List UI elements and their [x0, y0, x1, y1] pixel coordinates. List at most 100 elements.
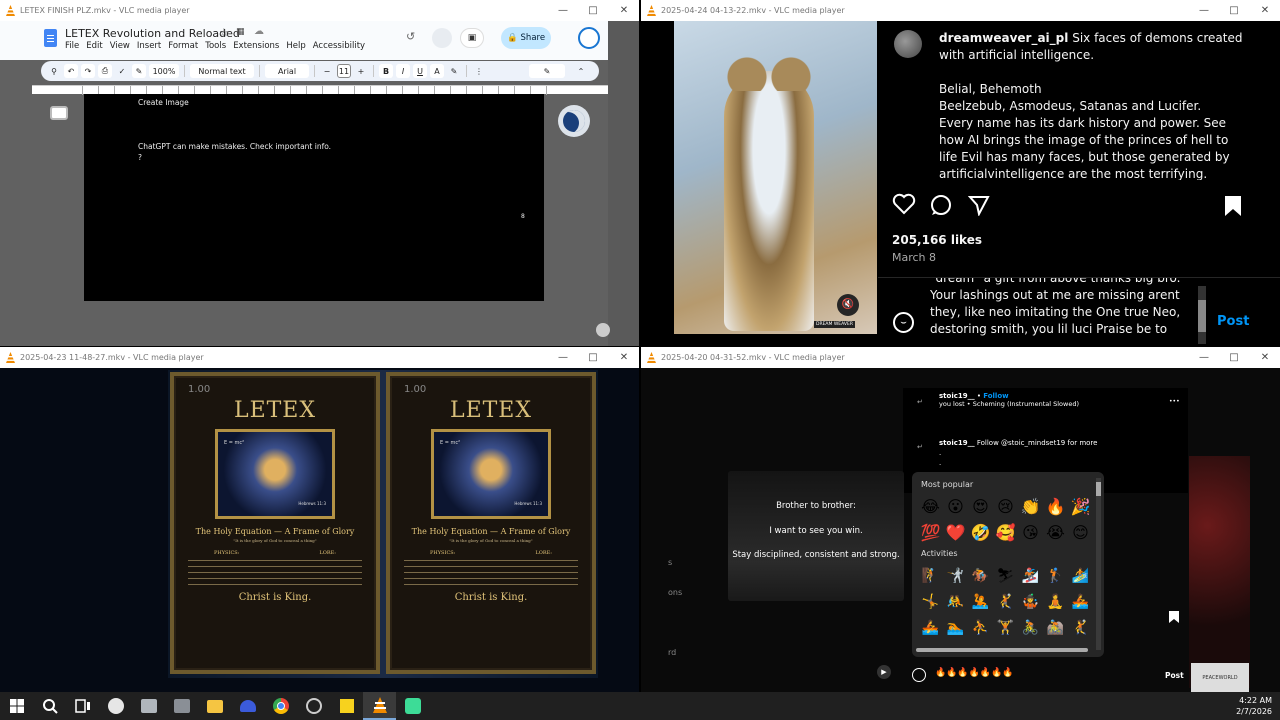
emoji-button[interactable]: 😭	[1043, 520, 1068, 544]
comment-input[interactable]: "dream" a gift from above thanks big bro…	[930, 278, 1195, 346]
more-icon[interactable]: ⋮	[472, 64, 486, 78]
bold-button[interactable]: B	[379, 64, 393, 78]
more-icon[interactable]: •••	[1169, 398, 1180, 405]
highlight-icon[interactable]: ✎	[447, 64, 461, 78]
emoji-button[interactable]: 🚵	[1043, 616, 1068, 640]
smile-icon[interactable]	[912, 668, 926, 682]
app-window-icon[interactable]	[132, 692, 165, 720]
menu-help[interactable]: Help	[286, 41, 305, 51]
close-button[interactable]: ✕	[609, 347, 639, 368]
outline-icon[interactable]	[50, 106, 68, 120]
emoji-button[interactable]: 🤸	[918, 590, 943, 614]
volume-icon[interactable]: ▶	[877, 665, 891, 679]
emoji-button[interactable]: 😮	[943, 494, 968, 518]
paint-format-icon[interactable]: ✎	[132, 64, 146, 78]
doc-title[interactable]: LETEX Revolution and Reloaded	[65, 27, 240, 40]
emoji-button[interactable]: ⛹	[968, 616, 993, 640]
underline-button[interactable]: U	[413, 64, 427, 78]
post-button[interactable]: Post	[1165, 671, 1184, 680]
search-icon[interactable]	[33, 692, 66, 720]
emoji-button[interactable]: 🏊	[943, 616, 968, 640]
app-box-icon[interactable]	[165, 692, 198, 720]
bookmark-icon[interactable]	[1168, 609, 1180, 628]
scroll-chevron-icon[interactable]	[596, 323, 610, 337]
emoji-button[interactable]: 🤽	[968, 590, 993, 614]
bookmark-icon[interactable]	[1224, 195, 1242, 221]
maximize-button[interactable]: □	[578, 0, 608, 21]
share-icon[interactable]	[967, 194, 990, 220]
mute-icon[interactable]: 🔇	[837, 294, 859, 316]
menu-accessibility[interactable]: Accessibility	[313, 41, 365, 51]
maximize-button[interactable]: □	[1219, 347, 1249, 368]
menu-tools[interactable]: Tools	[205, 41, 226, 51]
emoji-button[interactable]: 🤣	[968, 520, 993, 544]
avatar[interactable]	[578, 27, 600, 49]
emoji-button[interactable]: 🤼	[943, 590, 968, 614]
username[interactable]: dreamweaver_ai_pl	[939, 31, 1068, 45]
undo-icon[interactable]: ↶	[64, 64, 78, 78]
emoji-button[interactable]: 😂	[918, 494, 943, 518]
menu-insert[interactable]: Insert	[137, 41, 161, 51]
like-icon[interactable]	[892, 193, 916, 219]
emoji-button[interactable]: 😊	[1068, 520, 1093, 544]
emoji-button[interactable]: 🧘	[1043, 590, 1068, 614]
emoji-button[interactable]: 🚣	[918, 616, 943, 640]
emoji-button[interactable]: 🏂	[1018, 564, 1043, 588]
minimize-button[interactable]: —	[548, 0, 578, 21]
clock[interactable]: 4:22 AM 2/7/2026	[1236, 695, 1272, 717]
titlebar[interactable]: LETEX FINISH PLZ.mkv - VLC media player …	[0, 0, 639, 21]
emoji-icon[interactable]: ⌣	[893, 312, 914, 333]
reply-icon[interactable]: ↵	[917, 398, 923, 406]
menu-edit[interactable]: Edit	[86, 41, 102, 51]
user-1[interactable]: stoic19__	[939, 392, 975, 400]
chrome-icon[interactable]	[264, 692, 297, 720]
comment-icon[interactable]	[930, 194, 952, 220]
titlebar[interactable]: 2025-04-20 04-31-52.mkv - VLC media play…	[641, 347, 1280, 368]
italic-button[interactable]: I	[396, 64, 410, 78]
emoji-button[interactable]: 🥰	[993, 520, 1018, 544]
minimize-button[interactable]: —	[1189, 0, 1219, 21]
emoji-button[interactable]: 😍	[968, 494, 993, 518]
app-circle-icon[interactable]	[99, 692, 132, 720]
likes-count[interactable]: 205,166 likes	[892, 233, 982, 247]
dark-mode-icon[interactable]	[558, 105, 590, 137]
titlebar[interactable]: 2025-04-24 04-13-22.mkv - VLC media play…	[641, 0, 1280, 21]
picker-scrollbar[interactable]	[1096, 478, 1101, 650]
menu-file[interactable]: File	[65, 41, 79, 51]
minimize-button[interactable]: —	[548, 347, 578, 368]
file-explorer-icon[interactable]	[198, 692, 231, 720]
emoji-button[interactable]: 🤹	[1018, 590, 1043, 614]
text-color-button[interactable]: A	[430, 64, 444, 78]
app-blue-icon[interactable]	[231, 692, 264, 720]
font-size-decrease[interactable]: −	[320, 64, 334, 78]
docs-logo-icon[interactable]	[44, 29, 57, 47]
emoji-button[interactable]: 💯	[918, 520, 943, 544]
emoji-button[interactable]: 🏌	[1043, 564, 1068, 588]
close-button[interactable]: ✕	[609, 0, 639, 21]
emoji-button[interactable]: 🚣	[1068, 590, 1093, 614]
maximize-button[interactable]: □	[1219, 0, 1249, 21]
emoji-button[interactable]: 😘	[1018, 520, 1043, 544]
app-green-icon[interactable]	[396, 692, 429, 720]
maximize-button[interactable]: □	[578, 347, 608, 368]
titlebar[interactable]: 2025-04-23 11-48-27.mkv - VLC media play…	[0, 347, 639, 368]
emoji-button[interactable]: 🏇	[968, 564, 993, 588]
emoji-button[interactable]: 🏋	[993, 616, 1018, 640]
emoji-button[interactable]: 🔥	[1043, 494, 1068, 518]
emoji-button[interactable]: 🚴	[1018, 616, 1043, 640]
emoji-button[interactable]: 🤺	[943, 564, 968, 588]
chevron-up-icon[interactable]: ⌃	[574, 64, 588, 78]
share-button[interactable]: 🔒 Share	[501, 27, 551, 49]
emoji-button[interactable]: 🧗	[918, 564, 943, 588]
comment-input[interactable]: 🔥🔥🔥🔥🔥🔥🔥	[935, 668, 1013, 678]
cloud-icon[interactable]: ☁	[254, 26, 264, 37]
font-size-input[interactable]: 11	[337, 64, 351, 78]
menu-extensions[interactable]: Extensions	[233, 41, 279, 51]
menu-format[interactable]: Format	[168, 41, 198, 51]
user-2[interactable]: stoic19__	[939, 439, 975, 447]
emoji-button[interactable]: 🤾	[1068, 616, 1093, 640]
close-button[interactable]: ✕	[1250, 0, 1280, 21]
style-select[interactable]: Normal text	[190, 64, 254, 78]
folder-icon[interactable]: ▦	[236, 27, 245, 37]
emoji-button[interactable]: 🤾	[993, 590, 1018, 614]
